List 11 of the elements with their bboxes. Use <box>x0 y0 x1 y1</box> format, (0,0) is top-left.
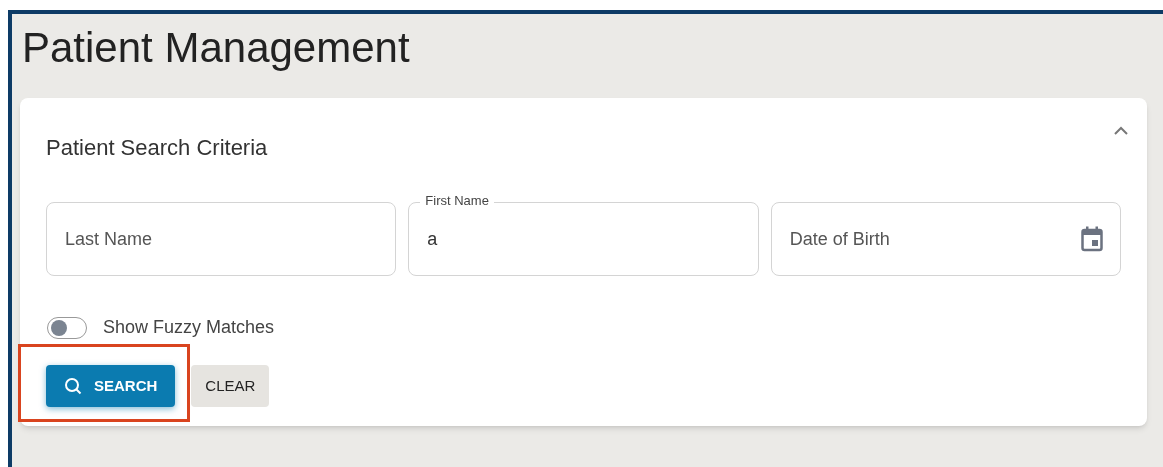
page-title: Patient Management <box>21 23 410 73</box>
search-button[interactable]: SEARCH <box>46 365 176 407</box>
clear-button[interactable]: CLEAR <box>191 365 270 407</box>
input-field[interactable]: Last Name <box>46 202 397 276</box>
calendar-icon[interactable] <box>1081 226 1103 252</box>
panel-title: Patient Search Criteria <box>46 134 268 162</box>
toggle-switch[interactable] <box>47 316 87 339</box>
search-icon <box>64 377 82 395</box>
toggle-label: Show Fuzzy Matches <box>103 316 275 339</box>
chevron-up-icon <box>1114 125 1128 135</box>
date-field[interactable]: Date of Birth <box>770 202 1121 276</box>
